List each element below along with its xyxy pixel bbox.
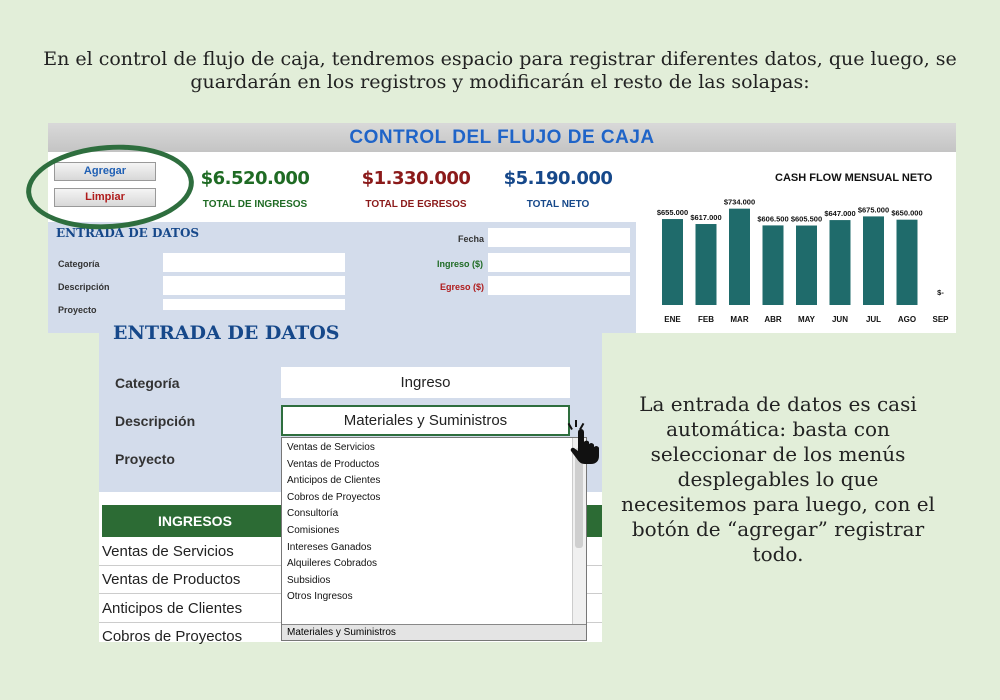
cash-flow-chart: CASH FLOW MENSUAL NETO $655.000 ENE $617.0… (645, 164, 955, 332)
chart-category-label: MAY (798, 315, 816, 324)
ingresos-row: Anticipos de Clientes (102, 600, 243, 617)
chart-bar (762, 225, 784, 305)
total-neto-amount: $5.190.000 (503, 168, 613, 189)
descripcion-label: Descripción (58, 282, 110, 292)
chart-bar (863, 216, 884, 305)
fecha-label: Fecha (458, 234, 485, 244)
dropdown-option[interactable]: Subsidios (287, 575, 330, 586)
chart-category-label: SEP (932, 315, 949, 324)
hand-pointer-icon (567, 420, 599, 464)
total-ingresos-label: TOTAL DE INGRESOS (202, 199, 308, 210)
dropdown-selected-option[interactable]: Materiales y Suministros (282, 624, 586, 640)
fecha-input[interactable] (488, 228, 630, 247)
dropdown-option[interactable]: Otros Ingresos (287, 591, 353, 602)
chart-category-label: MAR (730, 315, 748, 324)
dropdown-scrollbar[interactable] (572, 438, 586, 625)
chart-category-label: FEB (698, 315, 714, 324)
chart-bar (662, 219, 683, 305)
chart-bar (896, 219, 918, 305)
front-descripcion-select[interactable]: Materiales y Suministros (281, 405, 570, 436)
chart-bar (796, 225, 817, 305)
dropdown-option[interactable]: Ventas de Servicios (287, 442, 375, 453)
front-proyecto-label: Proyecto (115, 451, 175, 467)
ingreso-label: Ingreso ($) (437, 259, 484, 269)
front-entry-title: ENTRADA DE DATOS (113, 322, 340, 344)
total-neto-label: TOTAL NETO (526, 199, 590, 210)
chart-data-label: $617.000 (690, 213, 721, 222)
chart-data-label: $650.000 (891, 209, 922, 218)
chart-category-label: AGO (898, 315, 916, 324)
ingresos-row: Ventas de Servicios (102, 543, 234, 560)
dropdown-option[interactable]: Alquileres Cobrados (287, 558, 377, 569)
dropdown-option[interactable]: Anticipos de Clientes (287, 475, 380, 486)
chart-data-label: $606.500 (757, 214, 788, 223)
total-ingresos: $6.520.000 TOTAL DE INGRESOS (185, 168, 325, 210)
egreso-input[interactable] (488, 276, 630, 295)
proyecto-label: Proyecto (58, 305, 97, 315)
chart-svg: $655.000 ENE $617.000 FEB $734.000 MAR $606.50… (657, 198, 949, 324)
chart-category-label: ABR (764, 315, 782, 324)
caption-top: En el control de flujo de caja, tendremo… (43, 48, 957, 93)
chart-category-label: JUN (832, 315, 848, 324)
chart-bar (829, 220, 851, 305)
chart-data-label: $605.500 (791, 215, 822, 224)
dropdown-option[interactable]: Intereses Ganados (287, 542, 372, 553)
egreso-label: Egreso ($) (440, 282, 485, 292)
dropdown-option[interactable]: Consultoría (287, 508, 338, 519)
front-categoria-label: Categoría (115, 375, 180, 391)
chart-data-label: $- (937, 288, 944, 297)
sheet-title: CONTROL DEL FLUJO DE CAJA (48, 123, 956, 152)
chart-bar (695, 224, 717, 305)
entry-title: ENTRADA DE DATOS (56, 226, 200, 240)
chart-category-label: JUL (866, 315, 881, 324)
chart-category-label: ENE (664, 315, 681, 324)
chart-data-label: $647.000 (824, 209, 855, 218)
descripcion-input[interactable] (163, 276, 345, 295)
ingresos-header-label: INGRESOS (158, 513, 232, 529)
categoria-label: Categoría (58, 259, 100, 269)
total-egresos-label: TOTAL DE EGRESOS (365, 199, 467, 210)
front-categoria-select[interactable]: Ingreso (281, 367, 570, 398)
chart-bar (729, 208, 750, 305)
front-descripcion-label: Descripción (115, 413, 196, 429)
ingresos-row: Ventas de Productos (102, 571, 241, 588)
chart-data-label: $655.000 (657, 208, 688, 217)
categoria-input[interactable] (163, 253, 345, 272)
chart-data-label: $675.000 (858, 205, 889, 214)
dropdown-option[interactable]: Cobros de Proyectos (287, 492, 380, 503)
dropdown-option[interactable]: Ventas de Productos (287, 459, 379, 470)
ingreso-input[interactable] (488, 253, 630, 272)
chart-data-label: $734.000 (724, 198, 755, 207)
total-egresos: $1.330.000 TOTAL DE EGRESOS (346, 168, 486, 210)
caption-right: La entrada de datos es casi automática: … (621, 392, 935, 566)
total-neto: $5.190.000 TOTAL NETO (488, 168, 628, 210)
total-egresos-amount: $1.330.000 (361, 168, 471, 189)
ingresos-row: Cobros de Proyectos (102, 628, 243, 645)
total-ingresos-amount: $6.520.000 (200, 168, 310, 189)
descripcion-dropdown[interactable]: Ventas de Servicios Ventas de Productos … (281, 437, 587, 641)
dropdown-option[interactable]: Comisiones (287, 525, 339, 536)
